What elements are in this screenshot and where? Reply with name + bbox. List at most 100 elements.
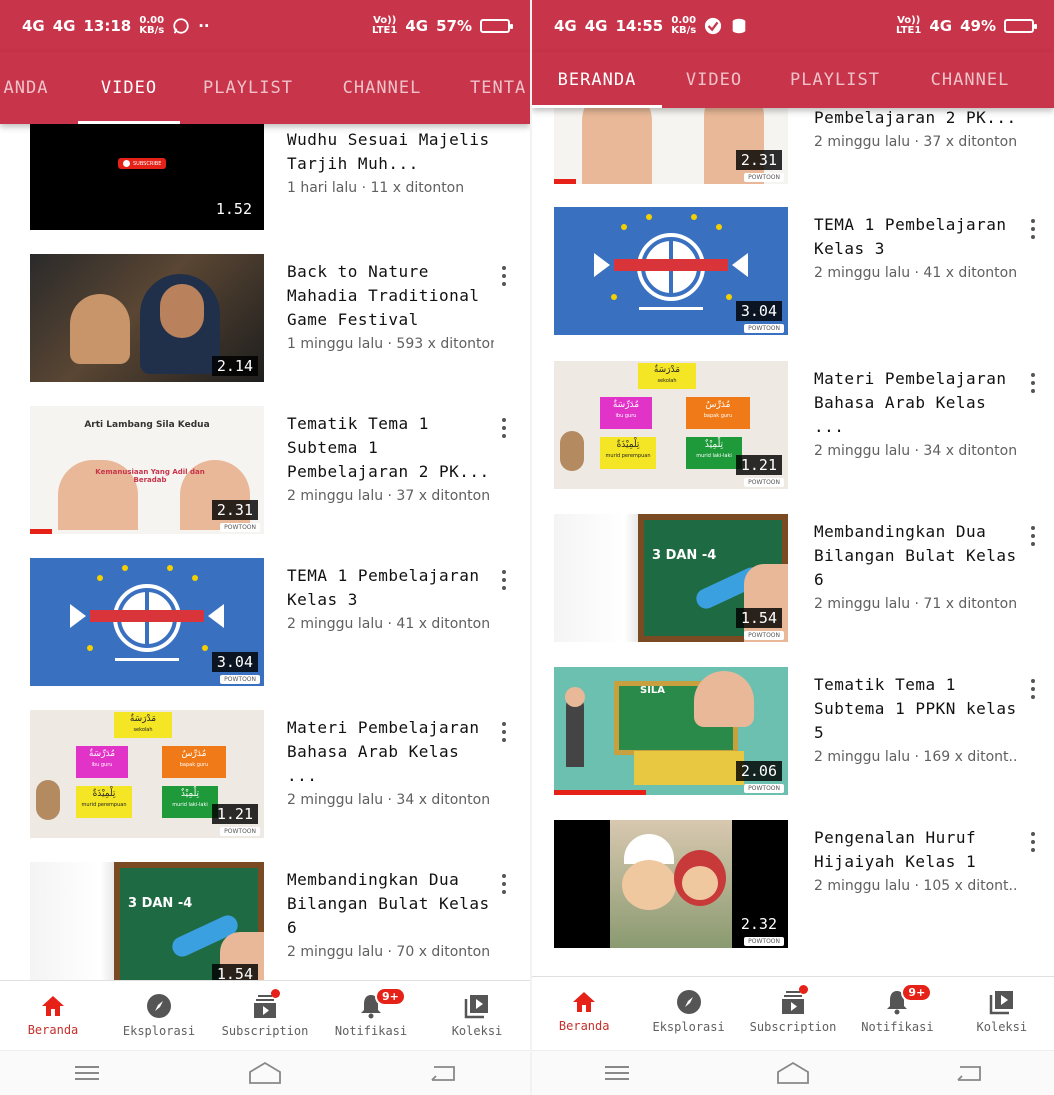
video-stats: 1 minggu lalu · 593 x ditonton [287, 336, 494, 352]
video-stats: 2 minggu lalu · 37 x ditonton [814, 134, 1018, 150]
video-thumbnail[interactable]: 3.04 POWTOON [554, 207, 788, 335]
tab-channel[interactable]: CHANNEL [920, 52, 1020, 108]
video-item[interactable]: 2.32 POWTOON Pengenalan Huruf Hijaiyah K… [532, 820, 1054, 948]
channel-tabs: ANDA VIDEO PLAYLIST CHANNEL TENTA [0, 52, 530, 124]
menu-icon[interactable] [604, 1063, 630, 1083]
face-figure [160, 284, 204, 338]
video-thumbnail[interactable]: 3 DAN -4 1.54 POWTOON [554, 514, 788, 642]
flashcard: مُدَرِّسٌ bapak guru [162, 746, 226, 778]
more-options-icon[interactable] [1030, 373, 1036, 393]
channel-tabs: BERANDA VIDEO PLAYLIST CHANNEL [532, 52, 1054, 108]
video-title: Membandingkan Dua Bilangan Bulat Kelas 6 [814, 522, 1017, 589]
menu-icon[interactable] [74, 1063, 100, 1083]
video-item[interactable]: 3.04 POWTOON TEMA 1 Pembelajaran Kelas 3… [532, 207, 1054, 335]
battery-percent: 57% [436, 17, 472, 35]
flashcard: تِلْمِيْذٌ murid laki-laki [686, 437, 742, 469]
nav-koleksi[interactable]: Koleksi [950, 977, 1054, 1046]
video-duration: 1.21 [735, 455, 782, 475]
check-circle-icon [705, 17, 722, 35]
video-thumbnail[interactable]: 3 DAN -4 1.54 [30, 862, 264, 990]
video-item[interactable]: Arti Lambang Sila Kedua Kemanusiaan Yang… [0, 406, 530, 534]
powtoon-logo: POWTOON [744, 631, 784, 640]
clock: 14:55 [615, 17, 664, 35]
nav-eksplorasi[interactable]: Eksplorasi [106, 981, 212, 1050]
video-meta: Materi Pembelajaran Bahasa Arab Kelas ..… [814, 367, 1018, 459]
tab-channel[interactable]: CHANNEL [330, 52, 434, 124]
powtoon-logo: POWTOON [744, 937, 784, 946]
video-meta: Wudhu Sesuai Majelis Tarjih Muh... 1 har… [287, 128, 494, 196]
nav-subscription[interactable]: Subscription [212, 981, 318, 1050]
video-thumbnail[interactable]: 3.04 POWTOON [30, 558, 264, 686]
watch-progress [554, 179, 576, 184]
tab-tentang[interactable]: TENTA [470, 52, 530, 124]
phone-screen-right: 4G 4G 14:55 0.00 KB/s Vo)) LTE1 4G 49% B… [532, 0, 1054, 1095]
video-item[interactable]: 3 DAN -4 1.54 Membandingkan Dua Bilangan… [0, 862, 530, 990]
tab-beranda[interactable]: BERANDA [532, 52, 662, 108]
more-notifications: ·· [198, 17, 210, 35]
nav-notifikasi[interactable]: 9+ Notifikasi [318, 981, 424, 1050]
nav-koleksi[interactable]: Koleksi [424, 981, 530, 1050]
nav-beranda[interactable]: Beranda [0, 981, 106, 1050]
video-title: Pengenalan Huruf Hijaiyah Kelas 1 [814, 828, 977, 871]
more-options-icon[interactable] [1030, 219, 1036, 239]
nav-subscription[interactable]: Subscription [741, 977, 845, 1046]
nav-eksplorasi[interactable]: Eksplorasi [636, 977, 740, 1046]
phone-screen-left: 4G 4G 13:18 0.00 KB/s ·· Vo)) LTE1 4G 57… [0, 0, 530, 1095]
back-icon[interactable] [430, 1063, 456, 1083]
video-duration: 1.52 [215, 200, 252, 218]
back-icon[interactable] [956, 1063, 982, 1083]
nav-beranda[interactable]: Beranda [532, 977, 636, 1046]
more-options-icon[interactable] [1030, 679, 1036, 699]
status-bar: 4G 4G 14:55 0.00 KB/s Vo)) LTE1 4G 49% [532, 0, 1054, 52]
video-thumbnail[interactable]: مَدْرَسَةٌ sekolah مُدَرِّسَةٌ ibu guru مُ… [30, 710, 264, 838]
more-options-icon[interactable] [501, 722, 507, 742]
library-icon [464, 995, 488, 1019]
tab-playlist[interactable]: PLAYLIST [780, 52, 890, 108]
video-item[interactable]: مَدْرَسَةٌ sekolah مُدَرِّسَةٌ ibu guru مُ… [532, 361, 1054, 489]
video-stats: 2 minggu lalu · 41 x ditonton [814, 265, 1018, 281]
more-options-icon[interactable] [501, 874, 507, 894]
video-item[interactable]: 3.04 POWTOON TEMA 1 Pembelajaran Kelas 3… [0, 558, 530, 686]
tab-beranda[interactable]: ANDA [0, 52, 56, 124]
flashcard: مُدَرِّسَةٌ ibu guru [600, 397, 652, 429]
video-title: TEMA 1 Pembelajaran Kelas 3 [814, 215, 1007, 258]
play-icon [123, 160, 130, 167]
notification-badge: 9+ [901, 983, 933, 1002]
video-meta: Back to Nature Mahadia Traditional Game … [287, 260, 494, 352]
video-stats: 2 minggu lalu · 71 x ditonton [814, 596, 1018, 612]
video-duration: 1.21 [211, 804, 258, 824]
video-duration: 2.14 [211, 356, 258, 376]
more-options-icon[interactable] [1030, 832, 1036, 852]
home-button-icon[interactable] [247, 1061, 283, 1085]
video-duration: 1.54 [735, 608, 782, 628]
video-stats: 2 minggu lalu · 34 x ditonton [814, 443, 1018, 459]
video-thumbnail[interactable]: SILA 2.06 POWTOON [554, 667, 788, 795]
video-meta: Membandingkan Dua Bilangan Bulat Kelas 6… [814, 520, 1018, 612]
signal-icon: 4G [52, 17, 76, 35]
video-stats: 2 minggu lalu · 34 x ditonton [287, 792, 491, 808]
almond-graphic [36, 780, 60, 820]
more-options-icon[interactable] [501, 418, 507, 438]
tab-video[interactable]: VIDEO [78, 52, 180, 124]
video-item[interactable]: 2.14 Back to Nature Mahadia Traditional … [0, 254, 530, 382]
video-item[interactable]: SILA 2.06 POWTOON Tematik Tema 1 Subtema… [532, 667, 1054, 795]
tab-video[interactable]: VIDEO [668, 52, 760, 108]
video-thumbnail[interactable]: مَدْرَسَةٌ sekolah مُدَرِّسَةٌ ibu guru مُ… [554, 361, 788, 489]
video-title: Materi Pembelajaran Bahasa Arab Kelas ..… [287, 718, 480, 785]
video-item[interactable]: مَدْرَسَةٌ sekolah مُدَرِّسَةٌ ibu guru مُ… [0, 710, 530, 838]
video-thumbnail[interactable]: Arti Lambang Sila Kedua Kemanusiaan Yang… [30, 406, 264, 534]
more-options-icon[interactable] [501, 570, 507, 590]
video-meta: Pembelajaran 2 PK... 2 minggu lalu · 37 … [814, 106, 1018, 150]
video-item[interactable]: 3 DAN -4 1.54 POWTOON Membandingkan Dua … [532, 514, 1054, 642]
video-meta: Tematik Tema 1 Subtema 1 PPKN kelas 5 2 … [814, 673, 1018, 765]
home-icon [573, 992, 596, 1012]
video-thumbnail[interactable]: 2.32 POWTOON [554, 820, 788, 948]
more-options-icon[interactable] [1030, 526, 1036, 546]
more-options-icon[interactable] [501, 266, 507, 286]
nav-notifikasi[interactable]: 9+ Notifikasi [845, 977, 949, 1046]
signal-icon: 4G [405, 17, 429, 35]
video-stats: 2 minggu lalu · 105 x ditont... [814, 878, 1018, 894]
video-thumbnail[interactable]: 2.14 [30, 254, 264, 382]
home-button-icon[interactable] [775, 1061, 811, 1085]
tab-playlist[interactable]: PLAYLIST [196, 52, 300, 124]
